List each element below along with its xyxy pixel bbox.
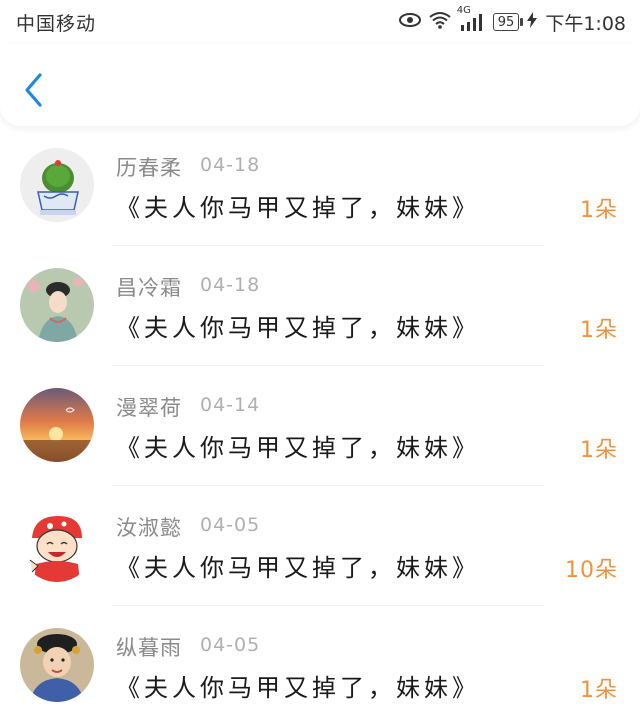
sender-name: 汝淑懿 xyxy=(116,516,182,540)
gift-list: 历春柔 04-18 《夫人你马甲又掉了，妹妹》 1朵 昌冷霜 04-18 《夫人… xyxy=(0,126,640,726)
sender-name: 昌冷霜 xyxy=(116,276,182,300)
list-item[interactable]: 汝淑懿 04-05 《夫人你马甲又掉了，妹妹》 10朵 xyxy=(0,486,640,606)
avatar xyxy=(20,268,94,342)
avatar xyxy=(20,628,94,702)
list-item[interactable]: 漫翠荷 04-14 《夫人你马甲又掉了，妹妹》 1朵 xyxy=(0,366,640,486)
avatar xyxy=(20,148,94,222)
flower-count: 1朵 xyxy=(580,198,618,223)
item-date: 04-18 xyxy=(200,154,261,176)
list-item[interactable]: 历春柔 04-18 《夫人你马甲又掉了，妹妹》 1朵 xyxy=(0,126,640,246)
status-bar: 中国移动 4G 95 下午1:08 xyxy=(0,0,640,44)
book-title: 《夫人你马甲又掉了，妹妹》 xyxy=(116,314,480,342)
item-date: 04-14 xyxy=(200,394,261,416)
status-icons: 4G 95 下午1:08 xyxy=(398,5,640,36)
nav-bar xyxy=(0,44,640,126)
signal-icon: 4G xyxy=(457,5,485,31)
avatar xyxy=(20,388,94,462)
list-item[interactable]: 纵暮雨 04-05 《夫人你马甲又掉了，妹妹》 1朵 xyxy=(0,606,640,726)
wifi-icon xyxy=(429,11,451,34)
eye-icon xyxy=(398,11,421,33)
sender-name: 历春柔 xyxy=(116,156,182,180)
network-type-label: 4G xyxy=(456,5,471,16)
back-button[interactable] xyxy=(20,72,50,108)
item-date: 04-18 xyxy=(200,274,261,296)
battery-indicator: 95 xyxy=(492,13,523,31)
book-title: 《夫人你马甲又掉了，妹妹》 xyxy=(116,194,480,222)
flower-count: 10朵 xyxy=(565,558,618,583)
sender-name: 漫翠荷 xyxy=(116,396,182,420)
book-title: 《夫人你马甲又掉了，妹妹》 xyxy=(116,434,480,462)
book-title: 《夫人你马甲又掉了，妹妹》 xyxy=(116,674,480,702)
flower-count: 1朵 xyxy=(580,438,618,463)
avatar xyxy=(20,508,94,582)
flower-count: 1朵 xyxy=(580,318,618,343)
item-date: 04-05 xyxy=(200,514,261,536)
sender-name: 纵暮雨 xyxy=(116,636,182,660)
item-date: 04-05 xyxy=(200,634,261,656)
clock-label: 下午1:08 xyxy=(545,12,626,35)
carrier-label: 中国移动 xyxy=(16,12,97,35)
book-title: 《夫人你马甲又掉了，妹妹》 xyxy=(116,554,480,582)
charging-icon xyxy=(527,11,538,33)
chevron-left-icon xyxy=(25,73,42,107)
flower-count: 1朵 xyxy=(580,678,618,703)
list-item[interactable]: 昌冷霜 04-18 《夫人你马甲又掉了，妹妹》 1朵 xyxy=(0,246,640,366)
